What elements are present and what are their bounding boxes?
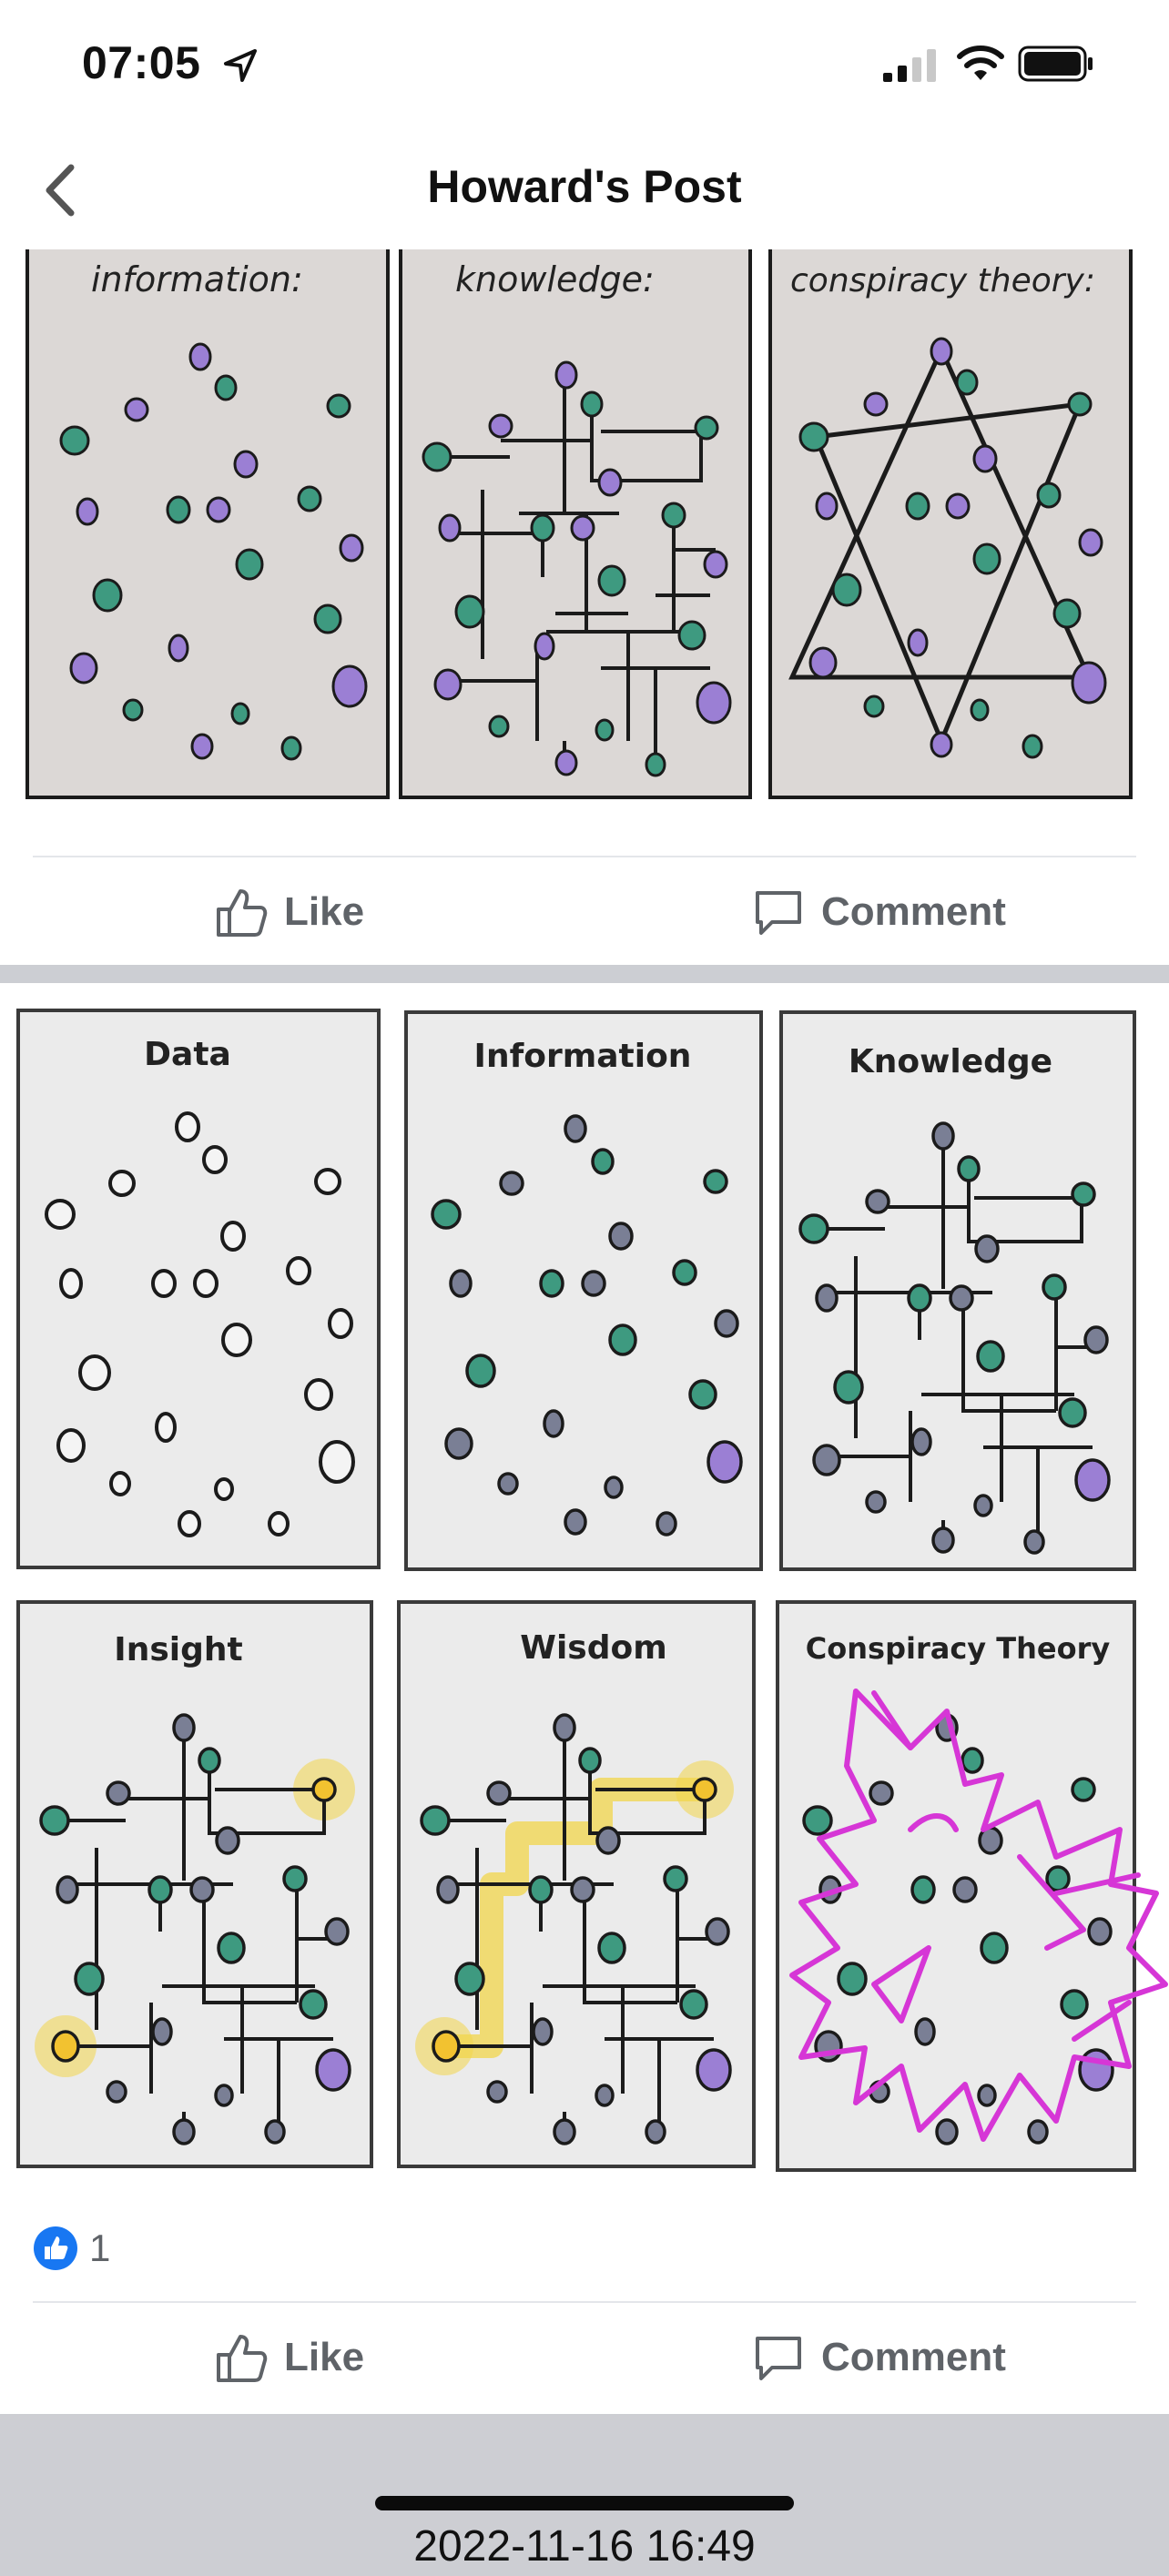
signal-icon [883,49,936,82]
panel-label-conspiracy-theory: Conspiracy Theory [806,1631,1111,1666]
wifi-icon [957,46,1004,80]
like-reaction-icon [34,2226,77,2270]
post-actions-1: Like Comment [0,857,1169,967]
post-separator [0,965,1169,983]
status-time: 07:05 [82,37,201,88]
panel-label-conspiracy-theory: conspiracy theory: [790,262,1095,299]
like-button[interactable]: Like [215,2303,364,2412]
location-arrow-icon [224,49,257,82]
thumbs-up-icon [217,2335,268,2382]
battery-icon [1018,46,1093,82]
timestamp: 2022-11-16 16:49 [413,2522,756,2571]
comment-bubble-icon [756,891,801,935]
panel-label-knowledge: knowledge: [455,259,655,299]
post-actions-2: Like Comment [0,2303,1169,2412]
panel-label-information: Information [474,1038,692,1075]
panel-label-wisdom: Wisdom [520,1629,667,1667]
comment-bubble-icon [756,2337,801,2380]
panel-label-insight: Insight [114,1631,242,1668]
page-title: Howard's Post [427,161,742,212]
comment-button[interactable]: Comment [752,857,1006,967]
thumbs-up-icon [217,889,268,937]
comment-button[interactable]: Comment [752,2303,1006,2412]
like-label: Like [284,889,365,934]
reaction-summary[interactable]: 1 [33,2221,110,2276]
like-label: Like [284,2335,365,2379]
post-image-2[interactable]: Data Information Knowledge Insight Wisdo… [0,983,1169,2194]
home-indicator[interactable] [375,2496,794,2510]
reaction-count: 1 [89,2226,111,2269]
panel-label-knowledge: Knowledge [849,1043,1052,1080]
post-image-1[interactable]: information: knowledge: conspiracy theor… [0,249,1169,819]
nav-bar: Howard's Post [0,127,1169,249]
like-button[interactable]: Like [215,857,364,967]
comment-label: Comment [821,2335,1006,2379]
comment-label: Comment [821,889,1006,934]
panel-label-data: Data [144,1036,231,1073]
status-bar: 07:05 [0,0,1169,127]
panel-label-information: information: [91,259,303,299]
